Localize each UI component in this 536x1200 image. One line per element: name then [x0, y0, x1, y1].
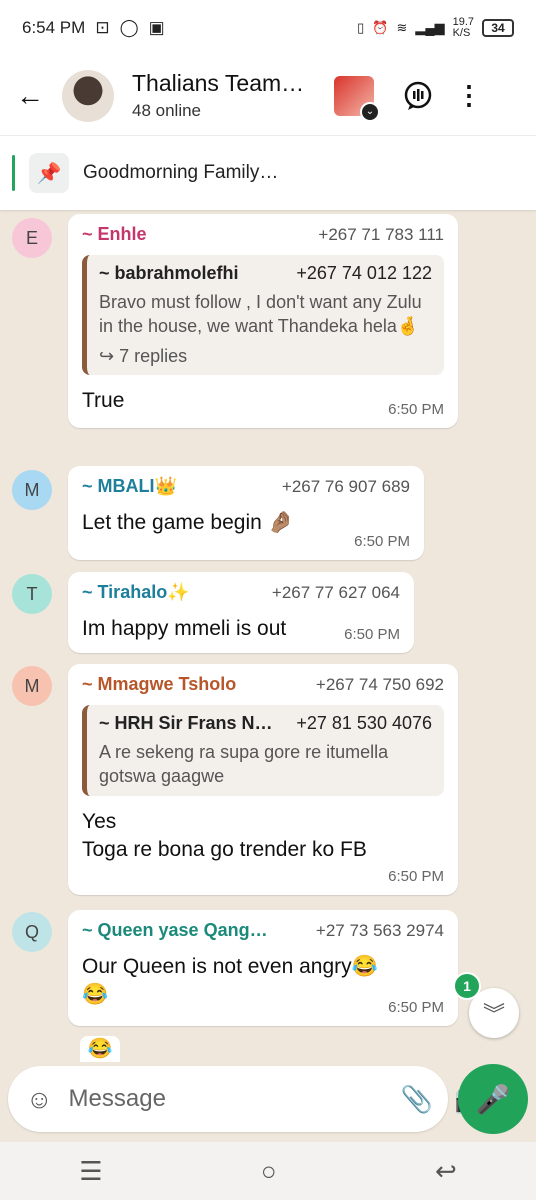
sender-name[interactable]: ~ Tirahalo✨: [82, 582, 190, 603]
message-input[interactable]: [68, 1085, 379, 1113]
replies-link[interactable]: ↪ 7 replies: [99, 346, 432, 367]
message-text: Im happy mmeli is out: [82, 617, 287, 640]
pin-icon: 📌: [29, 153, 69, 193]
quoted-sender: ~ HRH Sir Frans N…: [99, 713, 273, 733]
message-line: Our Queen is not even angry😂: [82, 955, 378, 978]
paperclip-icon[interactable]: 📎: [401, 1084, 433, 1115]
sender-phone: +27 73 563 2974: [315, 920, 444, 940]
unread-badge: 1: [453, 972, 481, 1000]
pinned-indicator: [12, 155, 15, 191]
net-speed-unit: K/S: [452, 27, 471, 39]
message-time: 6:50 PM: [388, 868, 444, 885]
sender-avatar[interactable]: E: [12, 218, 52, 258]
sender-phone: +267 74 750 692: [315, 674, 444, 694]
pinned-text: Goodmorning Family…: [83, 162, 279, 183]
chevron-down-icon: ⌄: [360, 101, 380, 122]
message-line: Toga re bona go trender ko FB: [82, 838, 367, 861]
message-bubble[interactable]: ~ MBALI👑 +267 76 907 689 Let the game be…: [68, 466, 424, 560]
sender-name[interactable]: ~ Enhle: [82, 224, 147, 245]
message-bubble[interactable]: ~ Tirahalo✨ +267 77 627 064 Im happy mme…: [68, 572, 414, 653]
alarm-icon: ⏰: [372, 20, 389, 35]
voice-chat-icon[interactable]: [398, 76, 438, 116]
message-composer: ☺ 📎 📷: [8, 1066, 487, 1132]
quoted-sender: ~ babrahmolefhi: [99, 263, 239, 283]
status-time: 6:54 PM: [22, 18, 86, 37]
message-bubble[interactable]: ~ Queen yase Qang… +27 73 563 2974 Our Q…: [68, 910, 458, 1026]
sender-name[interactable]: ~ Queen yase Qang…: [82, 920, 268, 941]
quoted-text: Bravo must follow , I don't want any Zul…: [99, 292, 422, 336]
sender-avatar[interactable]: T: [12, 574, 52, 614]
status-bar: 6:54 PM ⊡ ◯ ▣ ▯ ⏰ ≋ ▂▄▆ 19.7 K/S 34: [0, 0, 536, 56]
sender-name[interactable]: ~ Mmagwe Tsholo: [82, 674, 236, 695]
partial-message-bubble[interactable]: 😂: [80, 1036, 120, 1062]
message-time: 6:50 PM: [344, 626, 400, 643]
vr-icon: ⊡: [95, 18, 110, 37]
microphone-icon[interactable]: 🎤: [458, 1064, 528, 1134]
recent-apps-icon[interactable]: ☰: [79, 1156, 102, 1187]
wifi-icon: ≋: [396, 20, 408, 35]
network-speed: 19.7 K/S: [453, 17, 474, 39]
message-bubble[interactable]: ~ Mmagwe Tsholo +267 74 750 692 ~ HRH Si…: [68, 664, 458, 895]
message-time: 6:50 PM: [388, 401, 444, 418]
sticker-icon[interactable]: ☺: [26, 1084, 53, 1115]
message-time: 6:50 PM: [388, 999, 444, 1016]
sender-phone: +267 77 627 064: [271, 582, 400, 602]
home-icon[interactable]: ○: [261, 1156, 277, 1187]
sender-phone: +267 76 907 689: [281, 476, 410, 496]
system-nav-bar: ☰ ○ ↩: [0, 1142, 536, 1200]
quoted-message[interactable]: ~ babrahmolefhi +267 74 012 122 Bravo mu…: [82, 255, 444, 375]
message-text: Yes Toga re bona go trender ko FB: [82, 808, 444, 864]
back-arrow-icon[interactable]: ←: [16, 80, 56, 112]
pinned-message-bar[interactable]: 📌 Goodmorning Family…: [0, 136, 536, 210]
sender-avatar[interactable]: M: [12, 470, 52, 510]
message-bubble[interactable]: ~ Enhle +267 71 783 111 ~ babrahmolefhi …: [68, 214, 458, 428]
chat-header: ← Thalians Team… 48 online ⌄ ⋮: [0, 56, 536, 136]
message-line: Yes: [82, 810, 117, 833]
group-status-thumbnail[interactable]: ⌄: [334, 75, 380, 122]
chat-title: Thalians Team…: [132, 70, 305, 96]
sender-avatar[interactable]: M: [12, 666, 52, 706]
quoted-phone: +27 81 530 4076: [296, 713, 432, 733]
whatsapp-status-icon: ◯: [119, 18, 139, 37]
sender-name[interactable]: ~ MBALI👑: [82, 476, 177, 497]
signal-icon: ▂▄▆: [415, 20, 445, 35]
sender-avatar[interactable]: Q: [12, 912, 52, 952]
more-vertical-icon[interactable]: ⋮: [456, 80, 482, 111]
online-count: 48 online: [132, 101, 202, 120]
back-nav-icon[interactable]: ↩: [435, 1156, 457, 1187]
quoted-message[interactable]: ~ HRH Sir Frans N… +27 81 530 4076 A re …: [82, 705, 444, 796]
chat-title-block[interactable]: Thalians Team… 48 online: [132, 70, 322, 121]
sender-phone: +267 71 783 111: [318, 224, 444, 244]
group-avatar[interactable]: [62, 69, 114, 122]
quoted-text: A re sekeng ra supa gore re itumella got…: [99, 742, 389, 786]
screenshot-icon: ▣: [148, 18, 165, 37]
battery-icon: 34: [482, 19, 514, 37]
quoted-phone: +267 74 012 122: [296, 263, 432, 283]
vibrate-icon: ▯: [357, 20, 365, 35]
